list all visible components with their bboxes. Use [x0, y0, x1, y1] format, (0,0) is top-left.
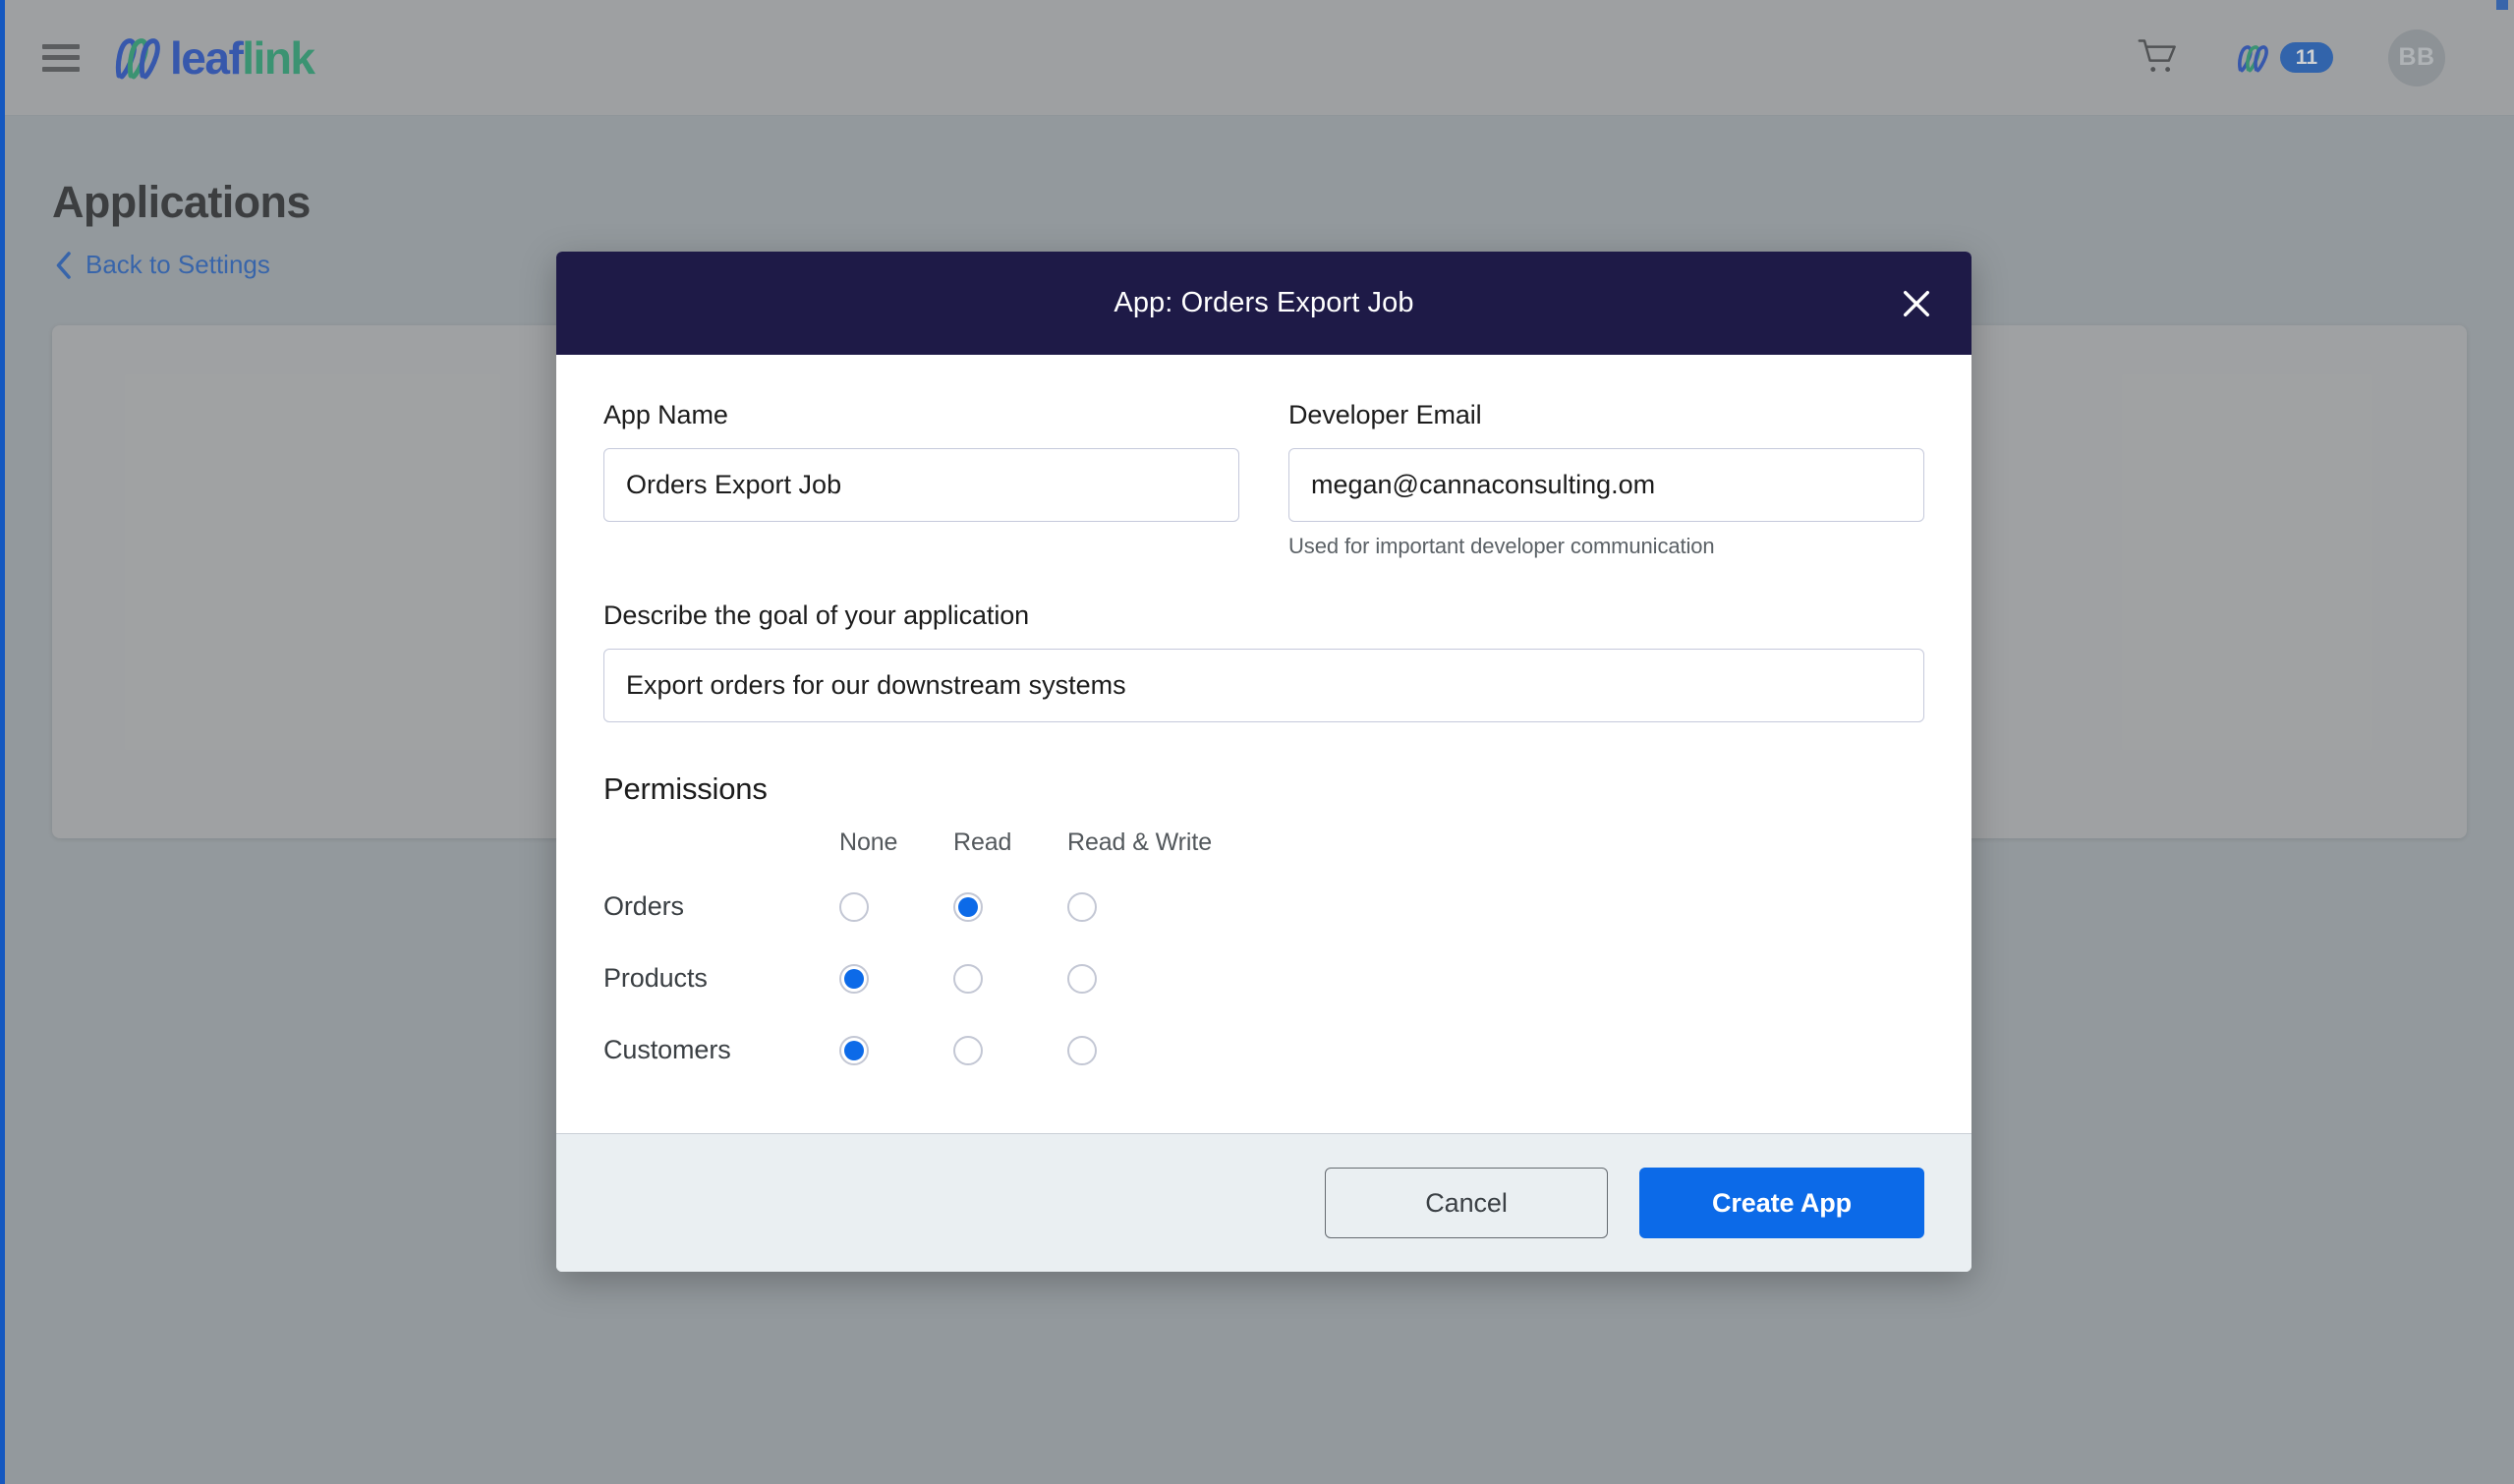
- modal-footer: Cancel Create App: [556, 1133, 1971, 1272]
- top-fields-row: App Name Developer Email Used for import…: [603, 400, 1924, 559]
- app-name-label: App Name: [603, 400, 728, 429]
- permissions-scope-label: Products: [603, 963, 708, 993]
- permissions-radio-cell: [839, 1014, 953, 1086]
- permissions-column-header: None: [839, 828, 898, 856]
- developer-email-help-text: Used for important developer communicati…: [1288, 534, 1715, 558]
- close-x-icon[interactable]: [1891, 278, 1942, 329]
- permissions-column-header: Read & Write: [1067, 828, 1213, 856]
- developer-email-field-group: Developer Email Used for important devel…: [1288, 400, 1924, 559]
- description-field-group: Describe the goal of your application: [603, 600, 1924, 722]
- description-label: Describe the goal of your application: [603, 600, 1030, 630]
- radio-orders-read-write[interactable]: [1067, 891, 1097, 922]
- permissions-section: Permissions None Read Read & Write Order…: [603, 771, 1924, 1086]
- developer-email-label: Developer Email: [1288, 400, 1482, 429]
- permissions-radio-cell: [1067, 1014, 1212, 1086]
- app-name-field-group: App Name: [603, 400, 1239, 559]
- modal-header: App: Orders Export Job: [556, 252, 1971, 355]
- create-app-button[interactable]: Create App: [1639, 1168, 1924, 1238]
- permissions-radio-cell: [1067, 942, 1212, 1014]
- permissions-radio-cell: [839, 871, 953, 942]
- permissions-scope-label: Orders: [603, 891, 684, 921]
- radio-products-read[interactable]: [953, 963, 983, 994]
- modal-overlay[interactable]: App: Orders Export Job App Name Develope…: [5, 0, 2514, 1484]
- permissions-title: Permissions: [603, 771, 768, 806]
- app-name-input[interactable]: [603, 448, 1239, 522]
- radio-orders-read[interactable]: [953, 891, 983, 922]
- radio-customers-read-write[interactable]: [1067, 1035, 1097, 1065]
- permissions-radio-cell: [953, 871, 1067, 942]
- description-input[interactable]: [603, 649, 1924, 722]
- permissions-body: Orders Products Customers: [603, 871, 1212, 1086]
- permissions-column-header: Read: [953, 828, 1012, 856]
- radio-products-none[interactable]: [839, 963, 869, 994]
- modal-title: App: Orders Export Job: [1114, 287, 1414, 318]
- radio-customers-none[interactable]: [839, 1035, 869, 1065]
- permissions-scope-label: Customers: [603, 1035, 731, 1064]
- permissions-table: None Read Read & Write Orders Products Cus…: [603, 828, 1212, 1086]
- permissions-header-row: None Read Read & Write: [603, 828, 1212, 871]
- developer-email-input[interactable]: [1288, 448, 1924, 522]
- permissions-row: Customers: [603, 1014, 1212, 1086]
- permissions-radio-cell: [953, 942, 1067, 1014]
- radio-customers-read[interactable]: [953, 1035, 983, 1065]
- modal-body: App Name Developer Email Used for import…: [556, 355, 1971, 1133]
- permissions-radio-cell: [953, 1014, 1067, 1086]
- radio-orders-none[interactable]: [839, 891, 869, 922]
- permissions-scope-header: [603, 828, 839, 871]
- radio-products-read-write[interactable]: [1067, 963, 1097, 994]
- close-x-glyph: [1903, 290, 1930, 316]
- app-details-modal: App: Orders Export Job App Name Develope…: [556, 252, 1971, 1272]
- permissions-row: Products: [603, 942, 1212, 1014]
- permissions-radio-cell: [1067, 871, 1212, 942]
- permissions-radio-cell: [839, 942, 953, 1014]
- cancel-button[interactable]: Cancel: [1325, 1168, 1608, 1238]
- permissions-row: Orders: [603, 871, 1212, 942]
